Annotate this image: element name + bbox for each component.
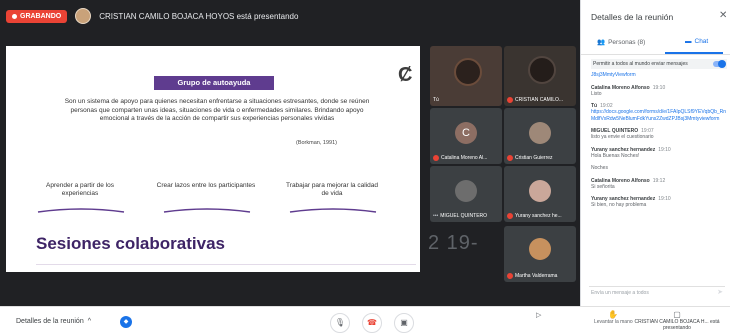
presenting-button[interactable]: ▢ CRISTIAN CAMILO BOJACA H... está prese… [628, 310, 726, 331]
pillar-learn: Aprender a partir de los experiencias [46, 182, 114, 197]
recording-badge: GRABANDO [6, 9, 68, 23]
top-bar: GRABANDO CRISTIAN CAMILO BOJACA HOYOS es… [0, 0, 580, 32]
pillar-quality: Trabajar para mejorar la calidad de vida [286, 182, 378, 197]
slide-divider [36, 264, 416, 265]
camera-button[interactable]: ▣ [394, 313, 414, 333]
background-time: 2 19- [428, 232, 479, 254]
message-text: listo ya envie el cuestionario [591, 134, 654, 140]
tab-chat[interactable]: ▬ Chat [685, 38, 708, 45]
presenter-text: CRISTIAN CAMILO BOJACA HOYOS está presen… [99, 11, 299, 21]
message-author: Yurany sanchez hernandez [591, 146, 656, 153]
shield-icon[interactable]: ◆ [120, 316, 132, 328]
microphone-button[interactable]: 🎙 [330, 313, 350, 333]
microphone-icon: 🎙 [334, 318, 346, 327]
mic-off-icon [507, 155, 513, 161]
mic-off-icon [433, 155, 439, 161]
camera-icon: ▣ [400, 318, 408, 327]
hang-up-icon: ☎ [367, 318, 377, 327]
participant-tile[interactable]: CRISTIAN CAMILO... [504, 46, 576, 106]
message-time: 19:10 [658, 146, 671, 153]
wave-decoration-icon [37, 208, 125, 213]
allow-messages-toggle[interactable] [713, 60, 726, 68]
recording-label: GRABANDO [20, 12, 62, 20]
participant-tile[interactable]: C Catalina Moreno Al... [430, 108, 502, 164]
wave-decoration-icon [289, 208, 377, 213]
wave-decoration-icon [163, 208, 251, 213]
message-author: Catalina Moreno Alfonso [591, 84, 650, 91]
brand-logo-icon: Ȼ [398, 64, 413, 86]
slide-body: Son un sistema de apoyo para quienes nec… [64, 98, 370, 122]
chat-message: Catalina Moreno Alfonso 19:12 Si señorita [591, 178, 727, 191]
chat-message: Noches [591, 165, 727, 172]
meeting-details-panel: Detalles de la reunión ✕ 👥 Personas (8) ▬… [580, 0, 730, 336]
message-text: Noches [591, 165, 608, 171]
tile-label: Catalina Moreno Al... [433, 155, 487, 161]
panel-title: Detalles de la reunión [591, 12, 674, 22]
message-text: Si señorita [591, 183, 615, 190]
tab-people[interactable]: 👥 Personas (8) [597, 38, 645, 47]
leave-call-button[interactable]: ☎ [362, 313, 382, 333]
mic-off-icon [507, 273, 513, 279]
message-author: Catalina Moreno Alfonso [591, 177, 650, 184]
avatar [529, 122, 551, 144]
message-text: Si bien, no hay problema [591, 202, 647, 208]
raise-hand-button[interactable]: ✋ Levantar la mano [594, 310, 633, 325]
chat-message: Catalina Moreno Alfonso 19:10 Listo [591, 85, 727, 98]
mic-off-icon [507, 213, 513, 219]
participant-tile[interactable]: ••• MIGUEL QUINTERO [430, 166, 502, 222]
tile-label: ••• MIGUEL QUINTERO [433, 213, 488, 219]
tile-label: Yurany sanchez he... [507, 213, 562, 219]
pillar-bonds: Crear lazos entre los participantes [156, 182, 256, 189]
message-link[interactable]: https://docs.google.com/forms/d/e/1FAIpQ… [591, 109, 727, 122]
chat-icon: ▬ [685, 38, 692, 45]
participant-tile-self[interactable]: Tú [430, 46, 502, 106]
video-feed [528, 56, 556, 84]
message-text: Listo [591, 90, 602, 97]
avatar [529, 238, 551, 260]
video-feed [454, 58, 482, 86]
message-time: 19:10 [658, 196, 671, 202]
slide-heading: Sesiones colaborativas [36, 234, 225, 253]
message-time: 19:10 [652, 84, 666, 91]
presentation-slide: Ȼ Grupo de autoayuda Son un sistema de a… [6, 46, 420, 272]
presenter-avatar [75, 8, 92, 24]
chevron-up-icon: ^ [87, 318, 92, 325]
tile-label: CRISTIAN CAMILO... [507, 97, 563, 103]
chat-message-input[interactable]: Envía un mensaje a todos ➤ [589, 286, 725, 298]
slide-title: Grupo de autoayuda [154, 76, 274, 90]
record-dot-icon [12, 13, 17, 19]
message-link[interactable]: J8sj3MmtyViewform [591, 72, 727, 79]
allow-messages-row: Permitir a todos al mundo enviar mensaje… [591, 59, 727, 69]
avatar [455, 180, 477, 202]
chat-messages: J8sj3MmtyViewform Catalina Moreno Alfons… [591, 72, 727, 215]
avatar: C [455, 122, 477, 144]
chat-message: Tú 19:02 https://docs.google.com/forms/d/… [591, 103, 727, 122]
tab-divider [581, 54, 730, 55]
close-icon[interactable]: ✕ [719, 10, 727, 21]
hand-icon: ✋ [608, 310, 619, 319]
cursor-icon: ▷ [536, 312, 542, 319]
participant-tile[interactable]: Yurany sanchez he... [504, 166, 576, 222]
chat-message: J8sj3MmtyViewform [591, 72, 727, 79]
mic-off-icon [507, 97, 513, 103]
people-icon: 👥 [597, 39, 606, 46]
chat-message: MIGUEL QUINTERO 19:07 listo ya envie el c… [591, 128, 727, 141]
meeting-details-button[interactable]: Detalles de la reunión ^ [16, 318, 91, 325]
tile-label: Cristian Guierrez [507, 155, 553, 161]
participant-tile[interactable]: Cristian Guierrez [504, 108, 576, 164]
tile-label: Tú [433, 97, 439, 103]
send-icon[interactable]: ➤ [717, 287, 723, 299]
present-screen-icon: ▢ [673, 310, 681, 319]
chat-message: Yurany sanchez hernandez 19:10 Hola Buena… [591, 147, 727, 160]
message-time: 19:12 [652, 177, 666, 184]
participant-tile[interactable]: Martha Valderrama [504, 226, 576, 282]
chat-message: Yurany sanchez hernandez 19:10 Si bien, n… [591, 196, 727, 209]
avatar [529, 180, 551, 202]
message-text: Hola Buenas Noches! [591, 152, 640, 159]
slide-citation: (Borkman, 1991) [296, 140, 337, 146]
participant-grid: Tú CRISTIAN CAMILO... C Catalina Moreno … [428, 46, 578, 296]
tile-label: Martha Valderrama [507, 273, 557, 279]
